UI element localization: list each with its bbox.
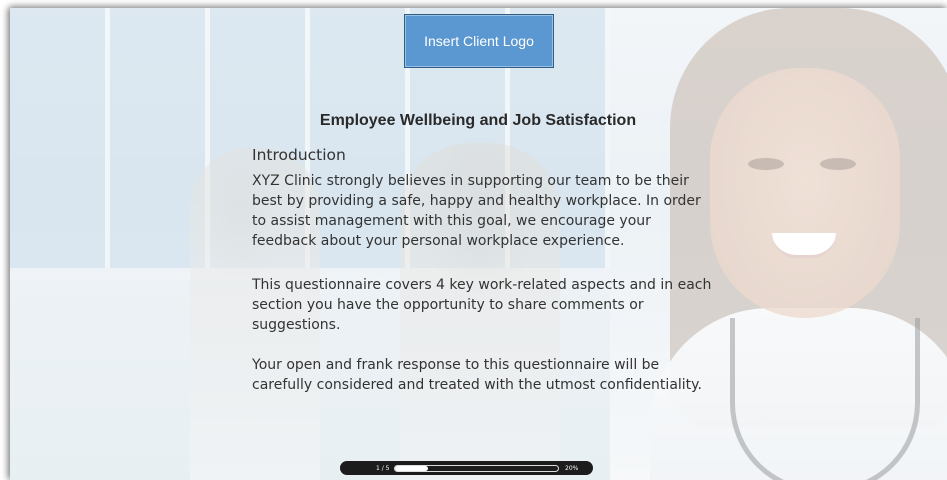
intro-paragraph-3: Your open and frank response to this que… (252, 357, 702, 393)
intro-paragraph-2: This questionnaire covers 4 key work-rel… (252, 277, 712, 333)
progress-page-label: 1 / 5 (376, 464, 390, 472)
client-logo-label: Insert Client Logo (424, 33, 534, 49)
client-logo-placeholder: Insert Client Logo (404, 14, 554, 68)
progress-track (394, 464, 559, 472)
progress-percent-label: 20% (565, 464, 579, 472)
section-heading: Introduction (252, 146, 346, 164)
progress-fill (395, 465, 428, 471)
intro-paragraph-1: XYZ Clinic strongly believes in supporti… (252, 173, 701, 249)
page-title: Employee Wellbeing and Job Satisfaction (319, 112, 637, 129)
progress-bar: 1 / 5 20% (340, 461, 593, 475)
survey-page: Insert Client Logo Employee Wellbeing an… (10, 8, 947, 480)
